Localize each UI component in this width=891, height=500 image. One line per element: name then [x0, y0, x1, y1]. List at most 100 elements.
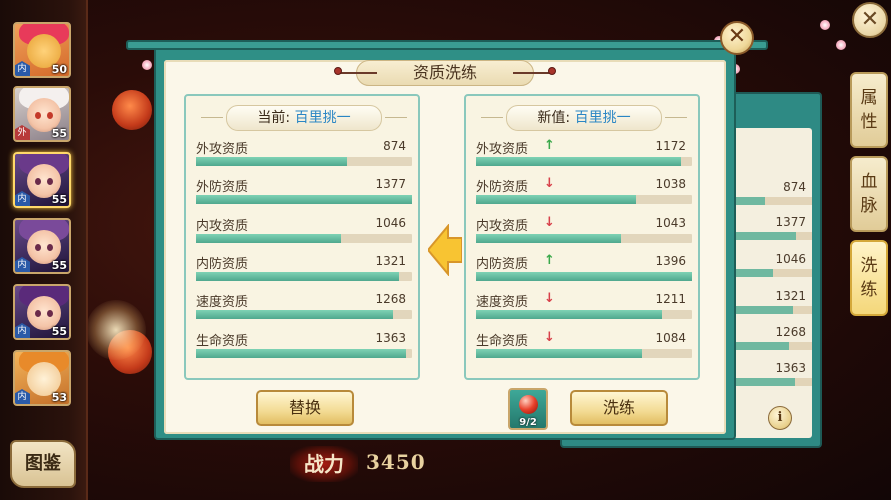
stat-bar-fill [196, 349, 406, 358]
stat-row: 速度资质 1268 [196, 291, 412, 321]
stat-bar-fill [196, 234, 341, 243]
hero-level: 55 [51, 193, 67, 206]
hero-card-4[interactable]: 内 55 [13, 218, 71, 274]
refine-stone-slot[interactable]: 9/2 [508, 388, 548, 430]
stat-row: 外防资质 1377 [196, 176, 412, 206]
background-stat-row: 874 [734, 180, 812, 208]
hero-card-5[interactable]: 内 55 [13, 284, 71, 340]
hero-tag: 内 [15, 389, 30, 404]
background-stat-value: 1268 [775, 325, 806, 339]
stat-bar-fill [476, 195, 636, 204]
hero-eye [47, 310, 53, 317]
stat-bar [196, 234, 412, 243]
stat-name: 速度资质 [476, 295, 529, 310]
stat-bar-fill [196, 157, 348, 166]
stat-name: 外防资质 [476, 180, 529, 195]
codex-button[interactable]: 图鉴 [10, 440, 76, 488]
stat-name: 内攻资质 [196, 219, 249, 234]
hero-tag: 内 [15, 191, 30, 206]
stat-value: 1363 [375, 331, 406, 345]
stat-bar-fill [196, 310, 393, 319]
stat-bar [476, 349, 692, 358]
stat-row: 内防资质 1321 [196, 253, 412, 283]
hero-card-1[interactable]: 内 50 [13, 22, 71, 78]
dialog-title: 资质洗练 [337, 60, 553, 86]
hero-level: 55 [51, 325, 67, 338]
arrow-down-icon: ↓ [544, 176, 555, 191]
arrow-left-icon [428, 224, 462, 276]
hero-card-2[interactable]: 外 55 [13, 86, 71, 142]
tab-label: 练 [860, 280, 878, 300]
stat-bar [476, 234, 692, 243]
stat-name: 速度资质 [196, 295, 249, 310]
info-icon[interactable]: i [768, 406, 792, 430]
current-stats-panel: 当前: 百里挑一 外攻资质 874 外防资质 1377 内攻资质 1046 内防资质 1321… [184, 94, 420, 380]
stat-value: 1038 [655, 177, 686, 191]
stat-row: 外攻资质 ↑ 1172 [476, 138, 692, 168]
hero-eye [35, 178, 41, 185]
hero-card-3[interactable]: 内 55 [13, 152, 71, 208]
blossom-decoration [836, 40, 846, 50]
current-grade-prefix: 当前: [257, 110, 291, 126]
background-stat-value: 1321 [775, 289, 806, 303]
stat-value: 1321 [375, 254, 406, 268]
stat-bar-fill [476, 272, 692, 281]
stat-bar [476, 195, 692, 204]
hero-eye [47, 112, 53, 119]
stat-name: 外攻资质 [196, 142, 249, 157]
tab-refine[interactable]: 洗 练 [850, 240, 888, 316]
tab-bloodline[interactable]: 血 脉 [850, 156, 888, 232]
stat-bar-fill [476, 310, 662, 319]
replace-button[interactable]: 替换 [256, 390, 354, 426]
stat-value: 1046 [375, 216, 406, 230]
stat-value: 1268 [375, 292, 406, 306]
stat-name: 内防资质 [476, 257, 529, 272]
stat-name: 内防资质 [196, 257, 249, 272]
hero-tag: 内 [15, 257, 30, 272]
stat-bar-fill [196, 272, 400, 281]
hero-tag: 内 [15, 323, 30, 338]
stat-bar-fill [476, 349, 643, 358]
stat-bar-fill [476, 157, 682, 166]
background-stat-fill [734, 342, 789, 350]
background-stat-fill [734, 269, 773, 277]
new-grade-header: 新值: 百里挑一 [481, 105, 687, 131]
hero-level: 55 [51, 259, 67, 272]
hero-eye [35, 112, 41, 119]
stat-value: 1211 [655, 292, 686, 306]
tab-attributes[interactable]: 属 性 [850, 72, 888, 148]
attribute-panel-paper [732, 128, 812, 438]
hero-level: 50 [51, 63, 67, 76]
stat-row: 生命资质 ↓ 1084 [476, 330, 692, 360]
stat-bar [196, 195, 412, 204]
stat-bar [196, 310, 412, 319]
background-stat-value: 1363 [775, 361, 806, 375]
stat-name: 外防资质 [196, 180, 249, 195]
combat-power-label: 战力 [290, 446, 358, 482]
blossom-decoration [142, 60, 152, 70]
hero-tag: 外 [15, 125, 30, 140]
hero-card-6[interactable]: 内 53 [13, 350, 71, 406]
hero-eye [47, 244, 53, 251]
stat-value: 874 [383, 139, 406, 153]
dialog-close-button[interactable]: ✕ [720, 21, 754, 55]
background-stat-fill [734, 197, 766, 205]
blossom-decoration [820, 20, 830, 30]
background-stat-fill [734, 232, 797, 240]
stat-value: 1043 [655, 216, 686, 230]
corner-close-button[interactable]: ✕ [852, 2, 888, 38]
stat-value: 1377 [375, 177, 406, 191]
arrow-down-icon: ↓ [544, 291, 555, 306]
stat-row: 内防资质 ↑ 1396 [476, 253, 692, 283]
refine-button[interactable]: 洗练 [570, 390, 668, 426]
red-gem-icon [519, 395, 538, 414]
combat-power-value: 3450 [366, 450, 426, 474]
lantern-decoration [112, 90, 152, 130]
stat-value: 1172 [655, 139, 686, 153]
tab-label: 血 [860, 172, 878, 192]
hero-eye [35, 244, 41, 251]
stat-bar-fill [196, 195, 412, 204]
arrow-down-icon: ↓ [544, 330, 555, 345]
stat-bar [196, 157, 412, 166]
stat-bar [196, 272, 412, 281]
